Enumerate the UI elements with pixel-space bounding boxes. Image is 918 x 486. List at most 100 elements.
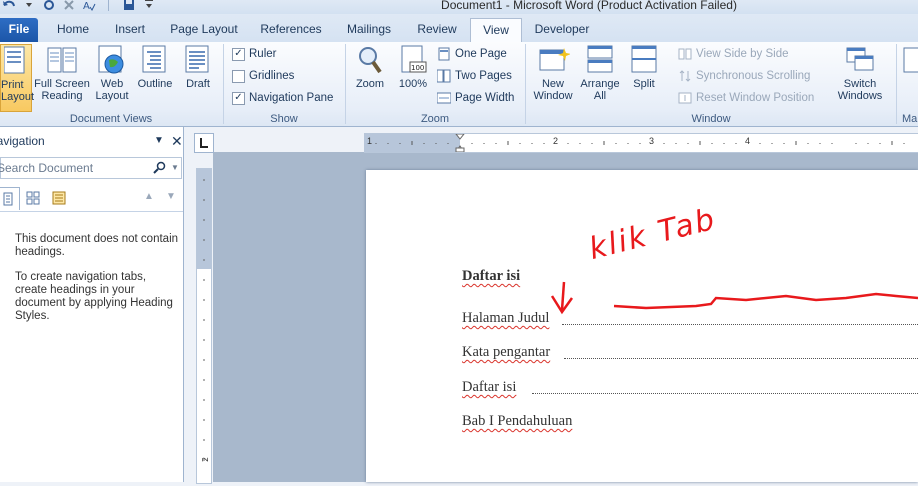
group-separator — [223, 44, 224, 124]
arrange-all-icon — [585, 44, 615, 76]
navigation-pane-header: Navigation ▼ ✕ — [0, 127, 183, 155]
synchronous-scrolling-label: Synchronous Scrolling — [696, 70, 811, 82]
page-width-label: Page Width — [455, 92, 515, 104]
group-label-window: Window — [691, 113, 731, 125]
title-bar: A Document1 - Microsoft Word (Product Ac… — [0, 0, 918, 14]
full-screen-reading-button[interactable]: Full Screen Reading — [33, 44, 91, 102]
new-window-label: New Window — [533, 78, 573, 102]
tab-selector[interactable] — [194, 133, 214, 153]
two-pages-icon — [437, 69, 451, 83]
tab-page-layout[interactable]: Page Layout — [168, 18, 240, 40]
document-page[interactable]: Daftar isi Halaman Judul Kata pengantar … — [366, 170, 918, 482]
one-page-button[interactable]: One Page — [437, 45, 507, 63]
navigation-tabs: ▲ ▼ — [0, 185, 183, 212]
tab-file[interactable]: File — [0, 18, 38, 42]
print-layout-label: Print Layout — [1, 79, 35, 103]
globe-icon — [97, 44, 127, 76]
navigation-pane: Navigation ▼ ✕ Search Document ▼ ▲ ▼ Thi… — [0, 127, 184, 482]
tab-developer[interactable]: Developer — [530, 18, 594, 40]
search-options-icon[interactable]: ▼ — [171, 158, 179, 178]
gridlines-checkbox[interactable]: Gridlines — [232, 67, 294, 85]
navigation-message: This document does not contain headings.… — [15, 233, 180, 335]
tab-home[interactable]: Home — [52, 18, 94, 40]
macros-button[interactable] — [900, 44, 918, 78]
next-heading-icon[interactable]: ▼ — [166, 191, 176, 202]
ruler-number: 4 — [745, 136, 751, 146]
browse-headings-tab[interactable] — [0, 187, 20, 210]
svg-text:2: 2 — [201, 457, 210, 462]
full-screen-reading-label: Full Screen Reading — [34, 78, 90, 102]
previous-heading-icon[interactable]: ▲ — [144, 191, 154, 202]
search-document-field[interactable]: Search Document ▼ — [0, 157, 182, 179]
handwritten-arrow-annotation — [550, 281, 918, 315]
split-label: Split — [633, 78, 655, 90]
outline-icon — [140, 44, 170, 76]
zoom-button[interactable]: Zoom — [352, 44, 388, 90]
two-pages-label: Two Pages — [455, 70, 512, 82]
tab-view[interactable]: View — [470, 18, 522, 43]
horizontal-ruler: 1 2 3 4 — [364, 133, 918, 153]
group-label-zoom: Zoom — [420, 113, 450, 125]
search-icon[interactable] — [153, 158, 167, 181]
unchecked-box-icon — [232, 69, 245, 83]
switch-windows-label: Switch Windows — [837, 78, 883, 102]
browse-results-tab[interactable] — [48, 187, 70, 209]
synchronous-scrolling-button[interactable]: Synchronous Scrolling — [678, 67, 810, 85]
navigation-pane-checkbox[interactable]: ✓ Navigation Pane — [232, 89, 333, 107]
vertical-ruler: 2 — [196, 168, 212, 484]
view-side-by-side-label: View Side by Side — [696, 48, 789, 60]
draft-icon — [183, 44, 213, 76]
tab-references[interactable]: References — [256, 18, 326, 40]
ruler-number: 2 — [553, 136, 559, 146]
print-layout-icon — [1, 45, 31, 77]
web-layout-button[interactable]: Web Layout — [94, 44, 130, 102]
tab-mailings[interactable]: Mailings — [340, 18, 398, 40]
tab-review[interactable]: Review — [412, 18, 462, 40]
arrange-all-button[interactable]: Arrange All — [578, 44, 622, 102]
ribbon: Print Layout Full Screen Reading Web Lay… — [0, 42, 918, 127]
reset-window-position-label: Reset Window Position — [696, 92, 815, 104]
group-separator — [345, 44, 346, 124]
vertical-ruler-ticks: 2 — [197, 169, 211, 462]
gridlines-label: Gridlines — [249, 70, 295, 82]
horizontal-ruler-ticks — [364, 133, 905, 153]
tab-insert[interactable]: Insert — [108, 18, 152, 40]
checkmark-icon: ✓ — [232, 91, 245, 105]
split-window-icon — [629, 44, 659, 76]
navigation-title: Navigation — [0, 127, 45, 155]
page-width-button[interactable]: Page Width — [437, 89, 514, 107]
print-layout-button[interactable]: Print Layout — [0, 44, 35, 112]
create-headings-message: To create navigation tabs, create headin… — [15, 271, 173, 322]
outline-button[interactable]: Outline — [134, 44, 176, 90]
two-pages-button[interactable]: Two Pages — [437, 67, 512, 85]
browse-pages-tab[interactable] — [22, 187, 44, 209]
outline-label: Outline — [137, 78, 173, 90]
checkmark-icon: ✓ — [232, 47, 245, 61]
draft-button[interactable]: Draft — [180, 44, 216, 90]
ruler-number: 1 — [367, 136, 373, 146]
ruler-checkbox[interactable]: ✓ Ruler — [232, 45, 276, 63]
ruler-label: Ruler — [249, 48, 277, 60]
side-by-side-icon — [678, 48, 692, 60]
page-thumbnails-icon — [26, 191, 40, 205]
view-side-by-side-button[interactable]: View Side by Side — [678, 45, 788, 63]
zoom-100-button[interactable]: 100 100% — [395, 44, 431, 90]
split-button[interactable]: Split — [626, 44, 662, 90]
pane-options-icon[interactable]: ▼ — [154, 127, 164, 155]
ruler-number: 3 — [649, 136, 655, 146]
switch-windows-button[interactable]: Switch Windows — [830, 44, 890, 102]
close-icon[interactable]: ✕ — [171, 127, 183, 155]
one-page-label: One Page — [455, 48, 507, 60]
svg-text:100: 100 — [411, 64, 424, 72]
open-book-icon — [47, 44, 77, 76]
group-separator — [896, 44, 897, 124]
search-placeholder: Search Document — [0, 161, 94, 175]
new-window-icon — [538, 44, 571, 76]
reset-window-position-button[interactable]: Reset Window Position — [678, 89, 814, 107]
page-100-icon: 100 — [398, 44, 428, 76]
group-separator — [525, 44, 526, 124]
sync-scroll-icon — [679, 70, 691, 82]
search-results-icon — [52, 191, 66, 205]
ribbon-tabs: File Home Insert Page Layout References … — [0, 14, 918, 43]
new-window-button[interactable]: New Window — [530, 44, 576, 102]
